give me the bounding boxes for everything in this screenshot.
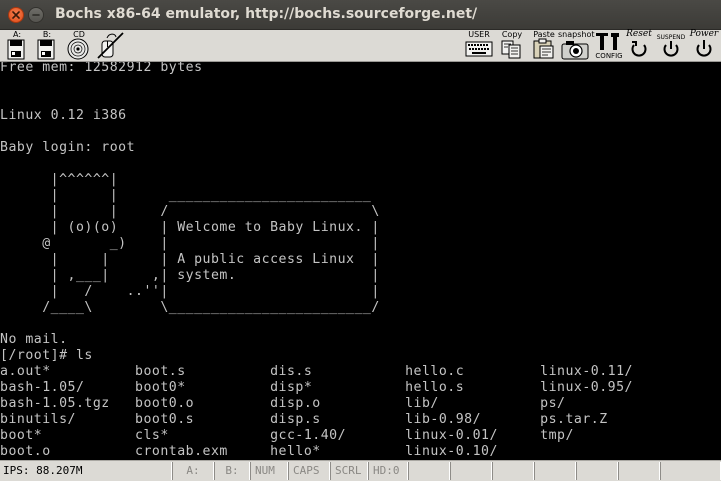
snapshot-button[interactable]: snapshot (558, 30, 595, 61)
keyboard-icon (465, 41, 493, 57)
status-slot-6 (618, 462, 660, 480)
mouse-toggle-button[interactable] (96, 30, 126, 61)
power-icon (696, 40, 712, 57)
minimize-button[interactable] (28, 7, 44, 23)
paste-button[interactable]: Paste (530, 30, 558, 61)
cdrom-icon (67, 38, 89, 60)
console-text: Free mem: 12582912 bytes Linux 0.12 i386… (0, 62, 633, 459)
power-button[interactable]: Power (688, 30, 720, 61)
minimize-icon (32, 14, 40, 16)
hd0-indicator: HD:0 (368, 462, 408, 480)
scroll-lock-indicator: SCRL (330, 462, 368, 480)
config-button[interactable]: CONFIG (594, 30, 624, 61)
status-bar: IPS: 88.207M A: B: NUM CAPS SCRL HD:0 (0, 460, 721, 481)
floppy-a-icon (7, 39, 25, 60)
ips-indicator: IPS: 88.207M (0, 462, 172, 480)
floppy-a-indicator: A: (172, 462, 214, 480)
floppy-b-indicator: B: (214, 462, 250, 480)
camera-icon (561, 41, 589, 60)
floppy-a-button[interactable]: A: (4, 30, 30, 61)
copy-button[interactable]: Copy (498, 30, 526, 61)
status-slot-1 (408, 462, 450, 480)
floppy-b-button[interactable]: B: (34, 30, 60, 61)
paste-icon (533, 38, 554, 59)
status-slot-2 (450, 462, 492, 480)
suspend-icon (663, 41, 679, 57)
num-lock-indicator: NUM (250, 462, 288, 480)
close-button[interactable] (8, 7, 24, 23)
reset-icon (631, 41, 647, 57)
copy-icon (501, 40, 521, 59)
title-bar: Bochs x86-64 emulator, http://bochs.sour… (0, 0, 721, 30)
cdrom-button[interactable]: CD (64, 30, 94, 61)
window-title: Bochs x86-64 emulator, http://bochs.sour… (55, 6, 478, 22)
status-slot-5 (576, 462, 618, 480)
status-slot-4 (534, 462, 576, 480)
close-icon (12, 11, 20, 19)
status-slot-7 (660, 462, 721, 480)
toolbar: A: B: CD USER Copy Paste snapshot CONFIG… (0, 30, 721, 62)
caps-lock-indicator: CAPS (288, 462, 330, 480)
suspend-button[interactable]: SUSPEND (654, 30, 688, 61)
reset-button[interactable]: Reset (624, 30, 654, 61)
vga-console[interactable]: Free mem: 12582912 bytes Linux 0.12 i386… (0, 62, 721, 460)
bochs-window: Bochs x86-64 emulator, http://bochs.sour… (0, 0, 721, 481)
status-slot-3 (492, 462, 534, 480)
mouse-disabled-icon (97, 32, 124, 59)
config-label: CONFIG (595, 52, 623, 60)
floppy-b-icon (37, 39, 55, 60)
user-button[interactable]: USER (464, 30, 494, 61)
